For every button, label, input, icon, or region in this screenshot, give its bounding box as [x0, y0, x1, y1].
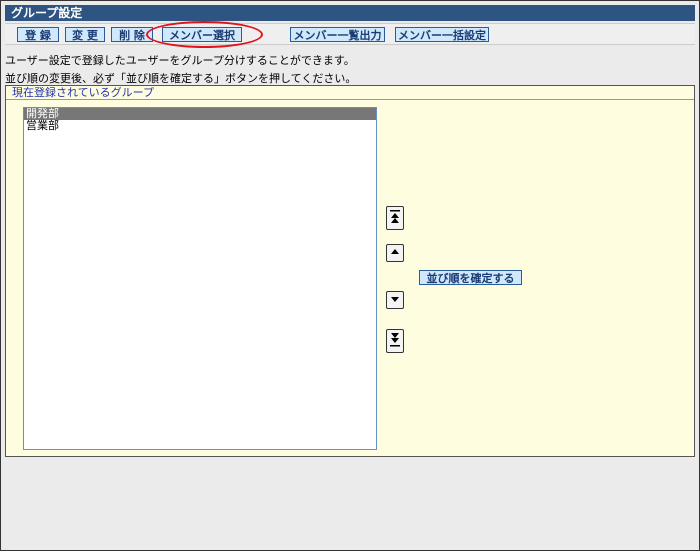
move-down-button[interactable]: [386, 291, 404, 309]
info-text-1: ユーザー設定で登録したユーザーをグループ分けすることができます。: [5, 54, 355, 67]
delete-button[interactable]: 削 除: [111, 27, 153, 42]
group-list-item[interactable]: 営業部: [24, 120, 376, 132]
move-top-button[interactable]: [386, 206, 404, 230]
move-top-icon: [390, 210, 400, 223]
toolbar: 登 録 変 更 削 除 メンバー選択 メンバー一覧出力 メンバー一括設定: [5, 23, 695, 45]
change-button[interactable]: 変 更: [65, 27, 105, 42]
register-button[interactable]: 登 録: [17, 27, 59, 42]
panel-header: 現在登録されているグループ: [6, 86, 694, 100]
move-bottom-button[interactable]: [386, 329, 404, 353]
group-panel: 現在登録されているグループ 開発部 営業部 並び順を確定する: [5, 85, 695, 457]
group-listbox[interactable]: 開発部 営業部: [23, 107, 377, 450]
group-list-item[interactable]: 開発部: [24, 108, 376, 120]
member-bulk-setting-button[interactable]: メンバー一括設定: [395, 27, 489, 42]
window-frame: グループ設定 登 録 変 更 削 除 メンバー選択 メンバー一覧出力 メンバー一…: [0, 0, 700, 551]
move-down-icon: [391, 297, 399, 302]
confirm-order-button[interactable]: 並び順を確定する: [419, 270, 522, 285]
move-up-icon: [391, 249, 399, 254]
move-up-button[interactable]: [386, 244, 404, 262]
member-list-output-button[interactable]: メンバー一覧出力: [290, 27, 385, 42]
info-text-2: 並び順の変更後、必ず「並び順を確定する」ボタンを押してください。: [5, 72, 357, 85]
move-bottom-icon: [390, 333, 400, 347]
member-select-button[interactable]: メンバー選択: [162, 27, 242, 42]
page-title: グループ設定: [5, 5, 695, 21]
